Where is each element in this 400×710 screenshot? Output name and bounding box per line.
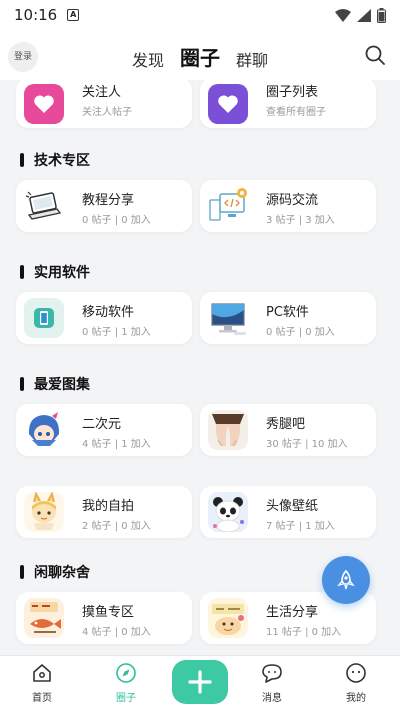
- card-subtitle: 关注人帖子: [82, 107, 132, 118]
- card-title: 移动软件: [82, 305, 135, 320]
- card-subtitle: 4 帖子 | 1 加入: [82, 439, 151, 450]
- card-title: 源码交流: [266, 193, 319, 208]
- selfie-icon: [24, 492, 64, 532]
- section-header-chat: 闲聊杂舍: [20, 562, 90, 582]
- card-title: 生活分享: [266, 605, 319, 620]
- top-tabs: 发现 圈子 群聊: [0, 42, 400, 71]
- nav-messages[interactable]: 消息: [242, 662, 302, 704]
- nav-circles[interactable]: 圈子: [96, 662, 156, 704]
- card-title: 我的自拍: [82, 499, 135, 514]
- search-icon[interactable]: [364, 44, 386, 66]
- card-subtitle: 11 帖子 | 0 加入: [266, 627, 342, 638]
- card-pc-software[interactable]: PC软件 0 帖子 | 0 加入: [200, 292, 376, 344]
- notification-badge-icon: A: [67, 9, 80, 21]
- tab-discover[interactable]: 发现: [132, 47, 164, 71]
- card-title: 摸鱼专区: [82, 605, 135, 620]
- card-anime[interactable]: 二次元 4 帖子 | 1 加入: [16, 404, 192, 456]
- legs-photo-icon: [208, 410, 248, 450]
- card-title: PC软件: [266, 305, 309, 320]
- card-subtitle: 0 帖子 | 0 加入: [266, 327, 335, 338]
- card-title: 教程分享: [82, 193, 135, 208]
- card-title: 头像壁纸: [266, 499, 319, 514]
- card-title: 秀腿吧: [266, 417, 306, 432]
- card-subtitle: 0 帖子 | 1 加入: [82, 327, 151, 338]
- status-icons: [335, 7, 386, 23]
- heart-icon: [24, 84, 64, 124]
- tab-circles[interactable]: 圈子: [180, 42, 220, 71]
- laptop-icon: [24, 186, 64, 226]
- monitor-icon: [208, 298, 248, 338]
- wifi-icon: [335, 8, 351, 22]
- battery-icon: [377, 7, 386, 23]
- life-icon: [208, 598, 248, 638]
- chat-icon: [262, 664, 282, 683]
- signal-icon: [357, 8, 371, 22]
- card-circle-list[interactable]: 圈子列表 查看所有圈子: [200, 80, 376, 128]
- heart-icon: [208, 84, 248, 124]
- nav-home[interactable]: 首页: [12, 662, 72, 704]
- nav-label: 消息: [262, 693, 282, 704]
- home-icon: [33, 664, 51, 682]
- section-header-gallery: 最爱图集: [20, 374, 90, 394]
- section-bar: [20, 265, 24, 279]
- add-post-button[interactable]: [172, 660, 228, 704]
- card-title: 圈子列表: [266, 85, 319, 100]
- rocket-icon: [337, 569, 355, 590]
- card-title: 二次元: [82, 417, 122, 432]
- card-title: 关注人: [82, 85, 122, 100]
- anime-girl-icon: [24, 410, 64, 450]
- nav-label: 我的: [346, 693, 366, 704]
- compass-icon: [116, 663, 136, 683]
- tab-group-chat[interactable]: 群聊: [236, 47, 268, 71]
- nav-label: 圈子: [116, 693, 136, 704]
- card-subtitle: 4 帖子 | 0 加入: [82, 627, 151, 638]
- nav-profile[interactable]: 我的: [326, 662, 386, 704]
- section-bar: [20, 377, 24, 391]
- section-header-tech: 技术专区: [20, 150, 90, 170]
- card-subtitle: 30 帖子 | 10 加入: [266, 439, 348, 450]
- plus-icon: [188, 670, 212, 694]
- card-source-code[interactable]: 源码交流 3 帖子 | 3 加入: [200, 180, 376, 232]
- card-tutorial-share[interactable]: 教程分享 0 帖子 | 0 加入: [16, 180, 192, 232]
- section-bar: [20, 565, 24, 579]
- status-time: 10:16: [14, 6, 58, 24]
- card-legs[interactable]: 秀腿吧 30 帖子 | 10 加入: [200, 404, 376, 456]
- nav-label: 首页: [32, 693, 52, 704]
- card-subtitle: 3 帖子 | 3 加入: [266, 215, 335, 226]
- section-bar: [20, 153, 24, 167]
- card-selfie[interactable]: 我的自拍 2 帖子 | 0 加入: [16, 486, 192, 538]
- section-title: 最爱图集: [34, 377, 90, 393]
- card-avatar-wallpaper[interactable]: 头像壁纸 7 帖子 | 1 加入: [200, 486, 376, 538]
- card-mobile-software[interactable]: 移动软件 0 帖子 | 1 加入: [16, 292, 192, 344]
- card-following[interactable]: 关注人 关注人帖子: [16, 80, 192, 128]
- status-bar: 10:16 A: [0, 0, 400, 30]
- section-header-software: 实用软件: [20, 262, 90, 282]
- section-title: 技术专区: [34, 153, 90, 169]
- card-subtitle: 0 帖子 | 0 加入: [82, 215, 151, 226]
- card-subtitle: 查看所有圈子: [266, 107, 326, 118]
- top-header: 登录 发现 圈子 群聊: [0, 30, 400, 80]
- fish-icon: [24, 598, 64, 638]
- card-slacking[interactable]: 摸鱼专区 4 帖子 | 0 加入: [16, 592, 192, 644]
- card-subtitle: 2 帖子 | 0 加入: [82, 521, 151, 532]
- card-subtitle: 7 帖子 | 1 加入: [266, 521, 335, 532]
- profile-icon: [346, 663, 366, 683]
- section-title: 实用软件: [34, 265, 90, 281]
- bottom-nav: 首页 圈子 消息 我的: [0, 655, 400, 710]
- panda-icon: [208, 492, 248, 532]
- computer-code-icon: [208, 186, 248, 226]
- rocket-fab-button[interactable]: [322, 556, 370, 604]
- phone-icon: [24, 298, 64, 338]
- section-title: 闲聊杂舍: [34, 565, 90, 581]
